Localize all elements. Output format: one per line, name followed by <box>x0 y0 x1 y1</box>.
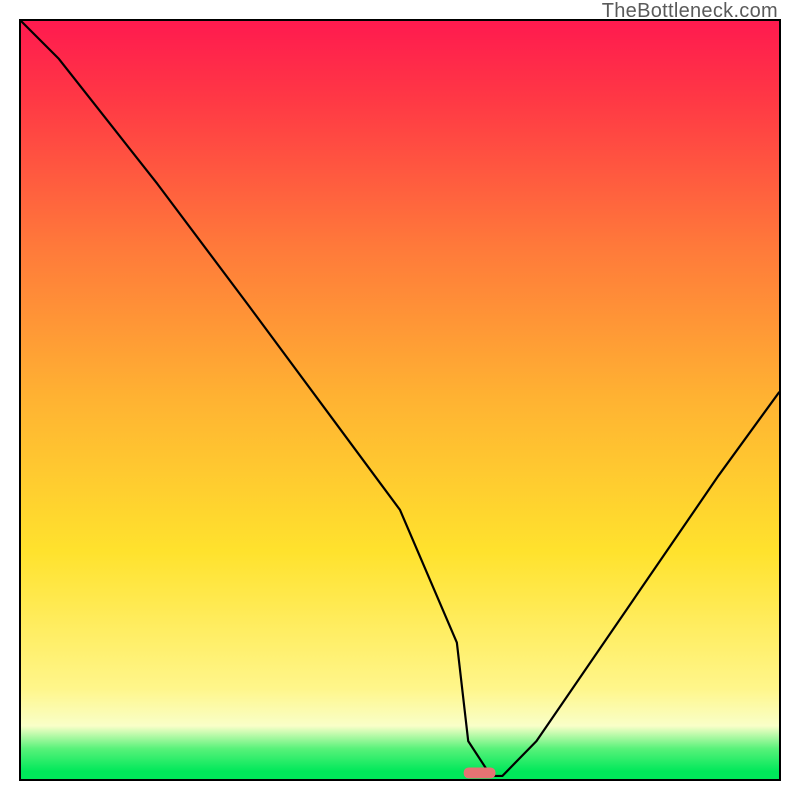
curve-layer <box>21 21 779 779</box>
optimal-point-marker <box>464 767 496 778</box>
bottleneck-curve-line <box>21 21 779 776</box>
plot-area <box>19 19 781 781</box>
watermark-text: TheBottleneck.com <box>602 0 778 23</box>
bottleneck-chart: TheBottleneck.com <box>0 0 800 800</box>
